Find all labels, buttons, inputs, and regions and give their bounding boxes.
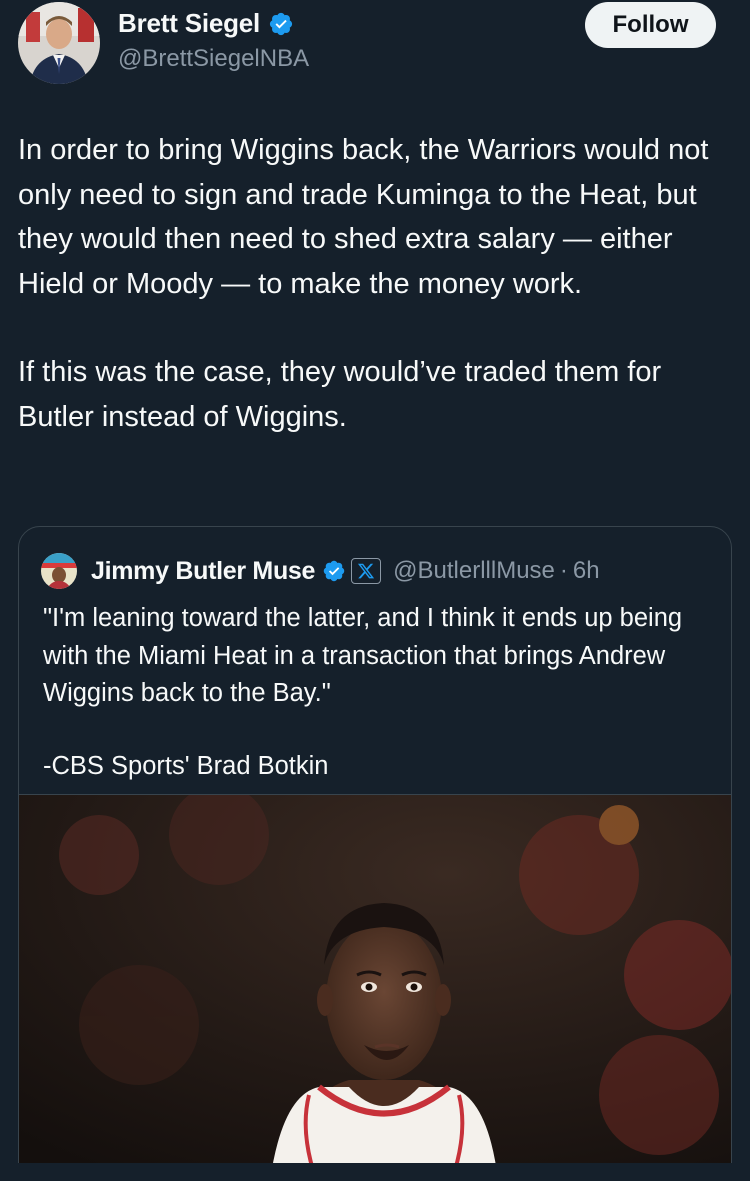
quoted-author-avatar bbox=[41, 553, 77, 589]
quoted-author-handle: @ButlerlllMuse bbox=[393, 557, 555, 584]
quoted-paragraph: -CBS Sports' Brad Botkin bbox=[43, 751, 329, 780]
quoted-author-name: Jimmy Butler Muse bbox=[91, 556, 316, 585]
bottom-edge bbox=[0, 1163, 750, 1181]
x-logo-icon bbox=[351, 558, 382, 584]
tweet-paragraph: If this was the case, they would’ve trad… bbox=[18, 356, 662, 433]
verified-badge-icon bbox=[322, 559, 346, 583]
quoted-paragraph: "I'm leaning toward the latter, and I th… bbox=[43, 604, 683, 707]
follow-button[interactable]: Follow bbox=[585, 2, 716, 48]
quoted-tweet-header: Jimmy Butler Muse @ButlerlllMuse · 6h bbox=[41, 553, 600, 589]
quoted-media-image[interactable] bbox=[19, 794, 731, 1181]
author-avatar[interactable] bbox=[18, 2, 100, 84]
separator-dot: · bbox=[559, 557, 568, 584]
tweet-text: In order to bring Wiggins back, the Warr… bbox=[18, 128, 738, 439]
quoted-tweet-text: "I'm leaning toward the latter, and I th… bbox=[43, 600, 713, 785]
quoted-timestamp: 6h bbox=[572, 557, 600, 584]
author-name-row: Brett Siegel bbox=[118, 8, 294, 39]
author-name[interactable]: Brett Siegel bbox=[118, 8, 260, 39]
tweet-detail: Brett Siegel @BrettSiegelNBA Follow In o… bbox=[0, 0, 750, 1181]
tweet-header: Brett Siegel @BrettSiegelNBA Follow bbox=[0, 0, 750, 90]
author-handle[interactable]: @BrettSiegelNBA bbox=[118, 45, 309, 73]
quoted-tweet-card[interactable]: Jimmy Butler Muse @ButlerlllMuse · 6h "I… bbox=[18, 526, 732, 1181]
verified-badge-icon[interactable] bbox=[268, 11, 294, 37]
tweet-paragraph: In order to bring Wiggins back, the Warr… bbox=[18, 134, 709, 300]
